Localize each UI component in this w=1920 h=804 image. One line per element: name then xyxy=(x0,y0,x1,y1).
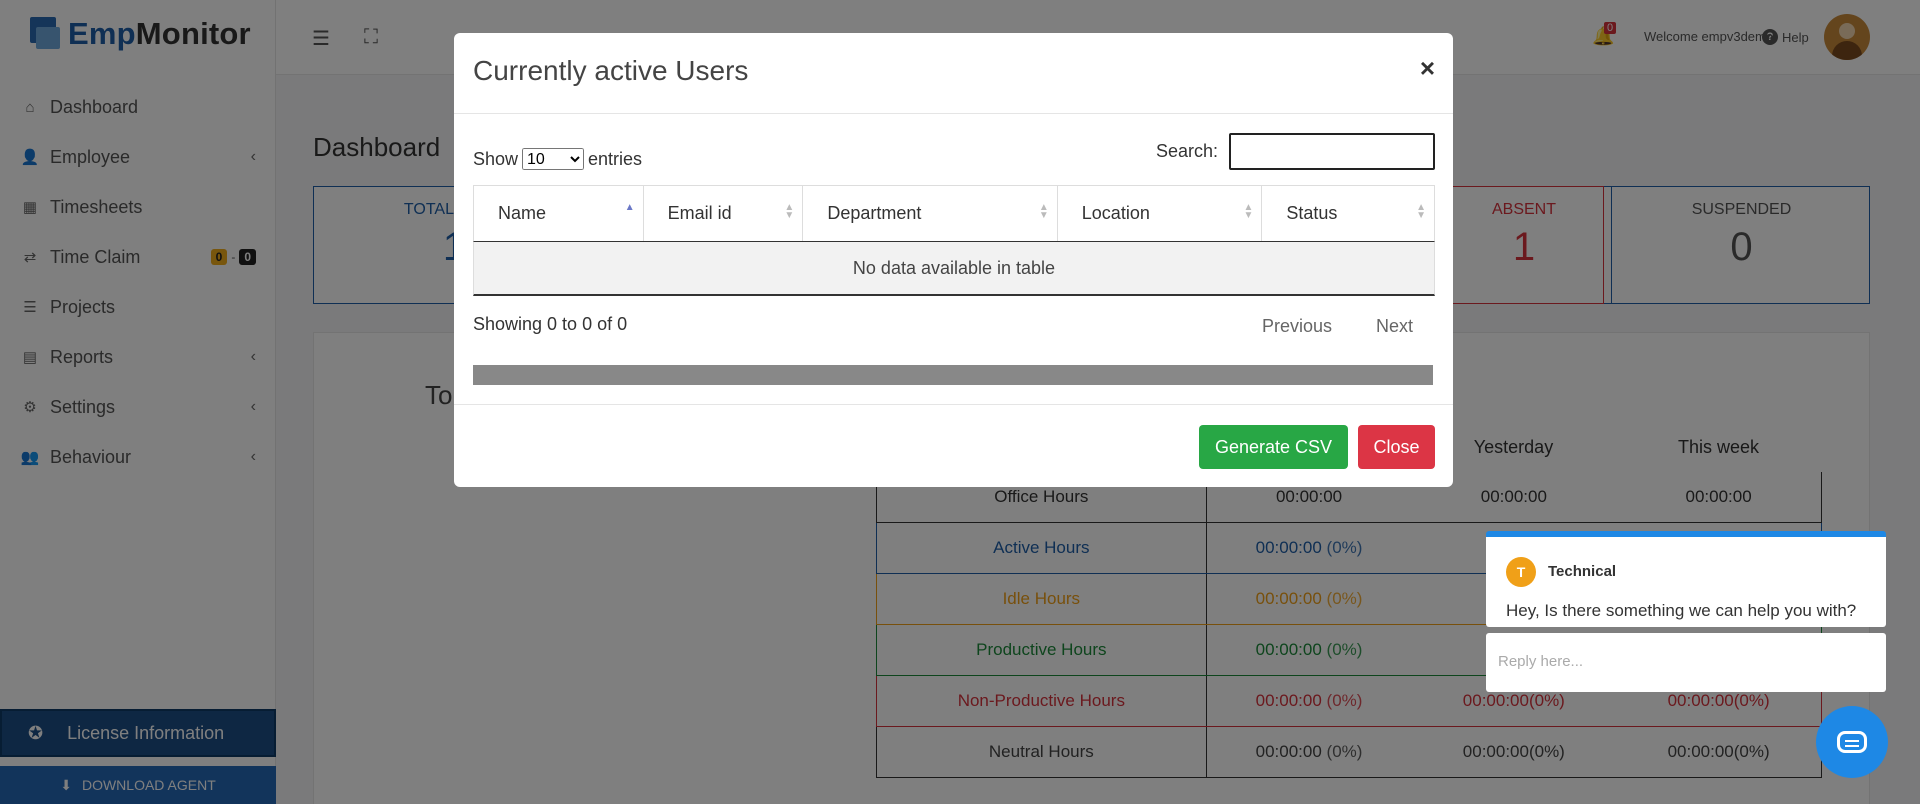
next-page-button[interactable]: Next xyxy=(1376,316,1413,337)
table-info: Showing 0 to 0 of 0 xyxy=(473,314,628,334)
entries-length-control: Show 10 entries xyxy=(473,148,642,170)
chat-message: Hey, Is there something we can help you … xyxy=(1506,601,1857,620)
sort-icon: ▲ ▼ xyxy=(1243,202,1254,221)
column-header-name[interactable]: Name ▲ xyxy=(474,186,644,241)
chat-message-card: T Technical Hey, Is there something we c… xyxy=(1486,531,1886,627)
divider xyxy=(454,404,1453,405)
close-button[interactable]: Close xyxy=(1358,425,1435,469)
column-header-location[interactable]: Location ▲ ▼ xyxy=(1058,186,1263,241)
search-label: Search: xyxy=(1156,141,1219,161)
generate-csv-button[interactable]: Generate CSV xyxy=(1199,425,1348,469)
modal-title: Currently active Users xyxy=(473,55,749,86)
agent-name: Technical xyxy=(1548,563,1617,580)
column-header-status[interactable]: Status ▲ ▼ xyxy=(1262,186,1434,241)
agent-avatar: T xyxy=(1506,557,1536,587)
divider xyxy=(454,113,1453,114)
column-header-email[interactable]: Email id ▲ ▼ xyxy=(644,186,804,241)
chat-reply-input[interactable]: Reply here... xyxy=(1486,633,1886,692)
sort-icon: ▲ ▼ xyxy=(1038,202,1049,221)
search-input[interactable] xyxy=(1229,133,1435,170)
sort-icon: ▲ ▼ xyxy=(784,202,795,221)
active-users-table: Name ▲ Email id ▲ ▼ Department ▲ ▼ Locatio… xyxy=(473,185,1435,296)
active-users-modal: Currently active Users × Show 10 entries… xyxy=(454,33,1453,487)
entries-select[interactable]: 10 xyxy=(522,148,585,170)
previous-page-button[interactable]: Previous xyxy=(1262,316,1332,337)
column-header-department[interactable]: Department ▲ ▼ xyxy=(803,186,1058,241)
table-header: Name ▲ Email id ▲ ▼ Department ▲ ▼ Locatio… xyxy=(473,185,1435,242)
chat-bubble-icon xyxy=(1837,731,1867,753)
chat-launcher-button[interactable] xyxy=(1816,706,1888,778)
empty-table-message: No data available in table xyxy=(473,242,1435,296)
sort-icon: ▲ ▼ xyxy=(1416,202,1426,221)
horizontal-scrollbar[interactable] xyxy=(473,365,1433,385)
close-icon[interactable]: × xyxy=(1420,53,1435,84)
sort-asc-icon: ▲ xyxy=(624,202,635,213)
